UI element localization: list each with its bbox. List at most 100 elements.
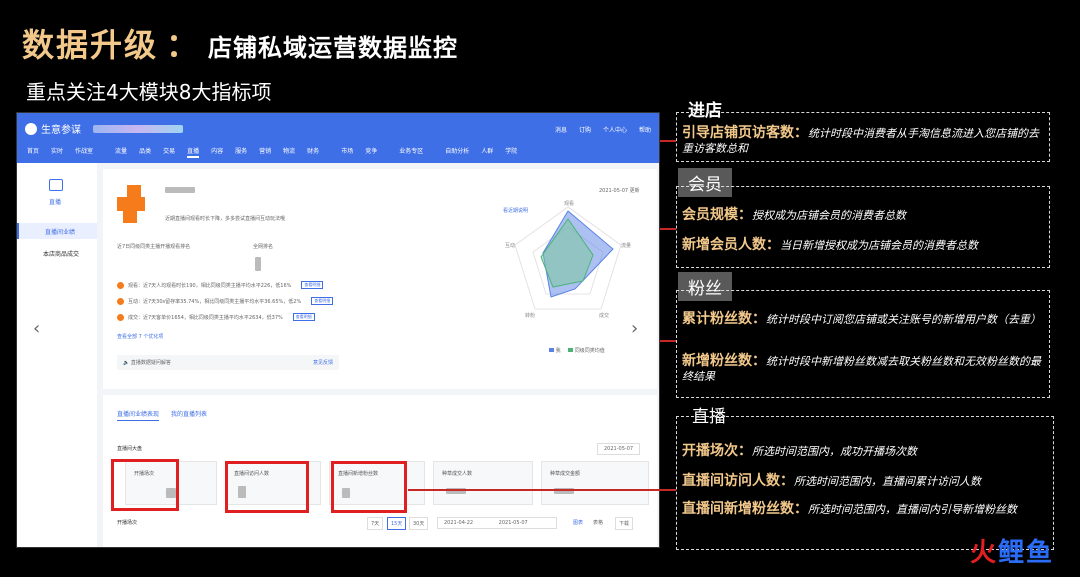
nav-business[interactable]: 业务专区	[399, 146, 423, 158]
speaker-icon: 🔈	[123, 360, 130, 366]
chevron-right-icon[interactable]: ›	[631, 318, 638, 339]
overview-label: 直播间大盘	[117, 446, 143, 452]
nav-traffic[interactable]: 流量	[115, 146, 127, 158]
tip-deal-button[interactable]: 查看明细	[292, 313, 315, 321]
nav-category[interactable]: 品类	[139, 146, 151, 158]
range-15d[interactable]: 15天	[387, 517, 407, 530]
nav-academy[interactable]: 学院	[505, 146, 517, 158]
tab-live-list[interactable]: 我的直播列表	[171, 409, 207, 421]
highlight-box-new-fans	[331, 461, 407, 513]
blurred-store-name	[93, 124, 183, 133]
sidebar: 直播 直播间业绩 本店商品成交	[17, 163, 97, 547]
ann-live-visitors: 直播间访问人数：所选时间范围内，直播间累计访问人数	[682, 473, 981, 489]
connector-member	[660, 228, 676, 230]
tip-watch-button[interactable]: 查看明细	[301, 281, 324, 289]
ann-live-new-fans: 直播间新增粉丝数：所选时间范围内，直播间内引导新增粉丝数	[682, 501, 1017, 517]
desc-member-new: 当日新增授权成为店铺会员的消费者总数	[780, 239, 978, 252]
metric-seed-buyers[interactable]: 种草成交人数	[433, 461, 533, 505]
nav-service[interactable]: 服务	[235, 146, 247, 158]
range-30d[interactable]: 30天	[409, 517, 429, 530]
desc-live-new-fans: 所选时间范围内，直播间内引导新增粉丝数	[808, 503, 1017, 516]
more-link[interactable]: 查看全部 7 个优化项	[117, 333, 163, 340]
menu-messages[interactable]: 消息	[555, 125, 567, 134]
page-title: 数据升级：店铺私域运营数据监控	[22, 20, 458, 66]
tool-download[interactable]: 下载	[615, 517, 634, 530]
live-overview-card: 近期直播间观看时长下降，多多尝试直播间互动玩法哦 近7日同级同类主播开播观看排名…	[103, 169, 657, 389]
term-live-visitors: 直播间访问人数	[682, 473, 780, 489]
menu-profile[interactable]: 个人中心	[603, 125, 627, 134]
faq-link[interactable]: 意见反馈	[313, 359, 333, 366]
term-live-new-fans: 直播间新增粉丝数	[682, 501, 794, 517]
date-range-picker[interactable]: 2021-04-22 2021-05-07	[437, 517, 557, 529]
nav-home[interactable]: 首页	[27, 146, 39, 158]
sidebar-item-live-performance[interactable]: 直播间业绩	[17, 223, 97, 239]
range-7d[interactable]: 7天	[367, 517, 384, 530]
tool-chart[interactable]: 图表	[573, 519, 583, 526]
chevron-left-icon[interactable]: ‹	[33, 318, 40, 339]
metric-seed-gmv[interactable]: 种草成交金额	[541, 461, 649, 505]
highlight-box-sessions	[111, 459, 179, 511]
radar-legend: 我 同级同类均值	[549, 347, 605, 354]
warning-icon	[117, 297, 124, 305]
radar-axis-fans: 转粉	[525, 312, 535, 319]
desc-live-sessions: 所选时间范围内，成功开播场次数	[752, 445, 917, 458]
top-navbar: 生意参谋 消息 订购 个人中心 帮助 首页 实时 作战室 流量 品类 交易 直播…	[17, 113, 659, 163]
legend-swatch-mine	[549, 348, 554, 352]
ann-member-scale: 会员规模：授权成为店铺会员的消费者总数	[682, 207, 906, 223]
ann-fans-new: 新增粉丝数：统计时段中新增粉丝数减去取关粉丝数和无效粉丝数的最终结果	[682, 353, 1041, 384]
radar-axis-interact: 互动	[505, 242, 515, 249]
nav-self-analysis[interactable]: 自助分析	[445, 146, 469, 158]
app-logo: 生意参谋	[25, 121, 183, 136]
nav-realtime[interactable]: 实时	[51, 146, 63, 158]
radar-axis-deal: 成交	[599, 312, 609, 319]
warning-icon	[117, 313, 124, 321]
desc-fans-total: 统计时段中订阅您店铺或关注账号的新增用户数（去重）	[766, 313, 1041, 326]
performance-tabs: 直播间业绩表现 我的直播列表	[117, 409, 207, 421]
term-member-scale: 会员规模	[682, 207, 738, 223]
watermark-part-2: 鲤鱼	[997, 538, 1054, 568]
chart-metric-label: 开播场次	[117, 520, 138, 526]
nav-warroom[interactable]: 作战室	[75, 146, 93, 158]
watermark-part-1: 火	[969, 538, 998, 568]
tip-interact: 互动：近7天30s留存率35.74%，相比同级同类主播平均水平36.65%，低2…	[117, 297, 334, 305]
tip-watch-text: 观看：近7天人均观看时长190，相比同级同类主播平均水平226，低16%	[128, 282, 292, 289]
sidebar-title: 直播	[49, 199, 62, 206]
radar-chart: 观看 流量 成交 转粉 互动	[505, 200, 631, 319]
nav-competition[interactable]: 竞争	[365, 146, 377, 158]
title-subtitle: 店铺私域运营数据监控	[208, 34, 459, 62]
nav-market[interactable]: 市场	[341, 146, 353, 158]
menu-subscribe[interactable]: 订购	[579, 125, 591, 134]
sidebar-item-store-sales[interactable]: 本店商品成交	[43, 249, 79, 258]
nav-content[interactable]: 内容	[211, 146, 223, 158]
nav-trade[interactable]: 交易	[163, 146, 175, 158]
connector-fans	[660, 340, 676, 342]
tip-interact-text: 互动：近7天30s留存率35.74%，相比同级同类主播平均水平36.65%，低2…	[128, 298, 302, 305]
nav-logistics[interactable]: 物流	[283, 146, 295, 158]
ann-live-sessions: 开播场次：所选时间范围内，成功开播场次数	[682, 443, 917, 459]
overview-date[interactable]: 2021-05-07	[597, 443, 641, 455]
highlight-box-visitors	[225, 461, 309, 513]
nav-live[interactable]: 直播	[187, 146, 200, 158]
range-end: 2021-05-07	[498, 520, 528, 526]
ann-store-visitors: 引导店铺页访客数：统计时段中消费者从手淘信息流进入您店铺的去重访客数总和	[682, 125, 1039, 156]
nav-crowd[interactable]: 人群	[481, 146, 493, 158]
tip-deal: 成交：近7天客单价1654，相比同级同类主播平均水平2634，低37% 查看明细	[117, 313, 315, 321]
update-date: 2021-05-07 更新	[599, 188, 640, 194]
intro-text: 近期直播间观看时长下降，多多尝试直播间互动玩法哦	[165, 216, 286, 222]
nav-marketing[interactable]: 营销	[259, 146, 271, 158]
faq-bar: 🔈 直播数据疑问解答 意见反馈	[117, 355, 339, 370]
tab-performance[interactable]: 直播间业绩表现	[117, 409, 160, 421]
nav-finance[interactable]: 财务	[307, 146, 319, 158]
term-fans-new: 新增粉丝数	[682, 353, 752, 369]
title-main-text: 数据升级	[22, 26, 159, 64]
title-colon: ：	[166, 26, 201, 64]
dashboard-screenshot: 生意参谋 消息 订购 个人中心 帮助 首页 实时 作战室 流量 品类 交易 直播…	[16, 112, 660, 548]
connector-store	[660, 140, 676, 142]
radar-axis-traffic: 流量	[621, 242, 631, 249]
term-live-sessions: 开播场次	[682, 443, 738, 459]
ann-member-new: 新增会员人数：当日新增授权成为店铺会员的消费者总数	[682, 237, 978, 253]
logo-icon	[25, 122, 37, 135]
tool-table[interactable]: 表格	[593, 519, 603, 526]
tip-interact-button[interactable]: 查看明细	[311, 297, 334, 305]
menu-help[interactable]: 帮助	[639, 125, 651, 134]
